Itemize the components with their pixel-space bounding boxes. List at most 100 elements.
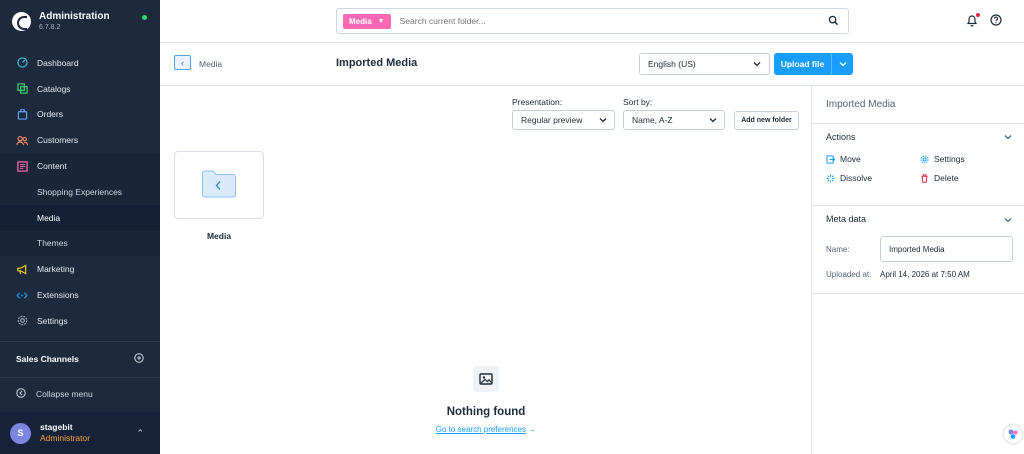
folder-card[interactable]: [174, 151, 264, 219]
content-section: Content Shopping Experiences Media Theme…: [0, 153, 160, 257]
arrow-right-icon: →: [528, 425, 537, 434]
content-icon: [16, 160, 28, 172]
breadcrumb[interactable]: Media: [199, 59, 222, 69]
gear-icon: [920, 155, 929, 164]
empty-state-title: Nothing found: [446, 406, 526, 418]
chevron-down-icon[interactable]: [1004, 133, 1012, 142]
status-dot-icon: [142, 15, 147, 20]
settings-action[interactable]: Settings: [920, 154, 965, 164]
top-bar: Media ▼: [160, 0, 1024, 43]
gear-icon: [16, 315, 28, 327]
back-folder-button[interactable]: ‹: [174, 55, 191, 70]
panel-divider: [812, 123, 1024, 124]
sidebar-item-extensions[interactable]: Extensions: [0, 282, 160, 308]
sidebar-item-marketing[interactable]: Marketing: [0, 256, 160, 282]
sidebar-item-media[interactable]: Media: [0, 204, 160, 231]
actions-title[interactable]: Actions: [826, 132, 856, 142]
sidebar: Administration 6.7.8.2 Dashboard Catalog…: [0, 0, 160, 454]
folder-sidebar: Imported Media Actions Move Settings Dis…: [811, 86, 1024, 454]
search-bar[interactable]: Media ▼: [336, 8, 849, 34]
assistant-widget-icon[interactable]: [1004, 425, 1022, 443]
users-icon: [16, 134, 28, 146]
gauge-icon: [16, 57, 28, 69]
sidebar-item-label: Settings: [37, 315, 68, 326]
search-icon[interactable]: [828, 15, 839, 28]
folder-name: Media: [206, 231, 232, 241]
sidebar-divider: [0, 341, 160, 342]
sidebar-item-shopping-experiences[interactable]: Shopping Experiences: [0, 179, 160, 205]
sidebar-item-customers[interactable]: Customers: [0, 127, 160, 153]
presentation-select[interactable]: Regular preview: [512, 110, 615, 130]
collapse-menu-label: Collapse menu: [36, 389, 93, 399]
chevron-down-icon: [709, 116, 717, 125]
sidebar-divider: [0, 377, 160, 378]
sidebar-item-content[interactable]: Content: [0, 153, 160, 179]
collapse-menu-button[interactable]: Collapse menu: [0, 384, 93, 404]
sidebar-item-label: Customers: [37, 135, 79, 146]
sidebar-item-label: Marketing: [37, 264, 75, 275]
chevron-down-icon: [599, 116, 607, 125]
brand: Administration 6.7.8.2: [0, 0, 160, 42]
dissolve-label: Dissolve: [840, 173, 873, 183]
upload-options-chevron-icon[interactable]: [832, 60, 853, 69]
collapse-arrow-icon: [16, 388, 26, 400]
megaphone-icon: [16, 263, 28, 275]
sidebar-item-orders[interactable]: Orders: [0, 102, 160, 128]
presentation-label: Presentation:: [512, 97, 563, 107]
delete-action[interactable]: Delete: [920, 173, 959, 183]
sidebar-item-label: Themes: [37, 238, 68, 249]
upload-file-label: Upload file: [780, 59, 825, 69]
sidebar-item-label: Content: [37, 161, 67, 172]
sort-label: Sort by:: [623, 97, 653, 107]
sidebar-item-label: Extensions: [37, 290, 79, 301]
search-input[interactable]: [399, 16, 820, 26]
search-type-pill[interactable]: Media ▼: [343, 13, 391, 29]
sort-value: Name, A-Z: [632, 115, 673, 125]
move-action[interactable]: Move: [826, 154, 861, 164]
upload-file-button[interactable]: Upload file: [774, 53, 853, 75]
user-name: stagebit: [40, 422, 73, 432]
sales-channels-label: Sales Channels: [16, 354, 79, 364]
uploaded-at-label: Uploaded at:: [826, 270, 872, 279]
help-icon[interactable]: [990, 14, 1002, 28]
search-preferences-link[interactable]: Go to search preferences →: [410, 425, 562, 434]
dissolve-action[interactable]: Dissolve: [826, 173, 872, 183]
sidebar-item-label: Shopping Experiences: [37, 186, 123, 197]
uploaded-at-value: April 14, 2026 at 7:50 AM: [880, 270, 970, 279]
chevron-down-icon: [753, 60, 761, 69]
folder-back-icon: [201, 169, 237, 201]
plug-icon: [16, 289, 28, 301]
move-icon: [826, 154, 835, 164]
name-label: Name:: [826, 245, 850, 254]
delete-label: Delete: [934, 173, 959, 183]
shopware-logo-icon: [12, 11, 31, 31]
meta-data-title[interactable]: Meta data: [826, 214, 866, 224]
chevron-up-icon: ⌃: [136, 428, 144, 438]
sales-channels-header: Sales Channels: [0, 349, 160, 369]
notification-badge: [976, 13, 980, 17]
main-nav: Dashboard Catalogs Orders Customers Cont…: [0, 50, 160, 334]
add-new-folder-button[interactable]: Add new folder: [734, 111, 799, 130]
chevron-left-icon: ‹: [181, 57, 184, 68]
sidebar-item-label: Catalogs: [37, 83, 71, 94]
folder-name-input[interactable]: Imported Media: [880, 236, 1013, 262]
add-sales-channel-icon[interactable]: [134, 353, 144, 365]
language-select[interactable]: English (US): [639, 53, 770, 75]
catalog-icon: [16, 83, 28, 95]
user-menu[interactable]: S stagebit Administrator ⌃: [0, 412, 160, 454]
chevron-down-icon: ▼: [377, 17, 385, 25]
avatar: S: [10, 422, 31, 444]
panel-title: Imported Media: [826, 99, 896, 110]
sidebar-item-catalogs[interactable]: Catalogs: [0, 76, 160, 102]
shopping-bag-icon: [16, 108, 28, 120]
user-role: Administrator: [40, 433, 91, 443]
sidebar-item-dashboard[interactable]: Dashboard: [0, 50, 160, 76]
dissolve-icon: [826, 173, 835, 183]
sidebar-item-themes[interactable]: Themes: [0, 231, 160, 257]
trash-icon: [920, 173, 929, 183]
chevron-down-icon[interactable]: [1004, 216, 1012, 225]
sidebar-item-settings[interactable]: Settings: [0, 308, 160, 334]
search-preferences-label: Go to search preferences: [435, 425, 527, 434]
sort-select[interactable]: Name, A-Z: [623, 110, 725, 130]
sidebar-item-label: Orders: [37, 109, 63, 120]
